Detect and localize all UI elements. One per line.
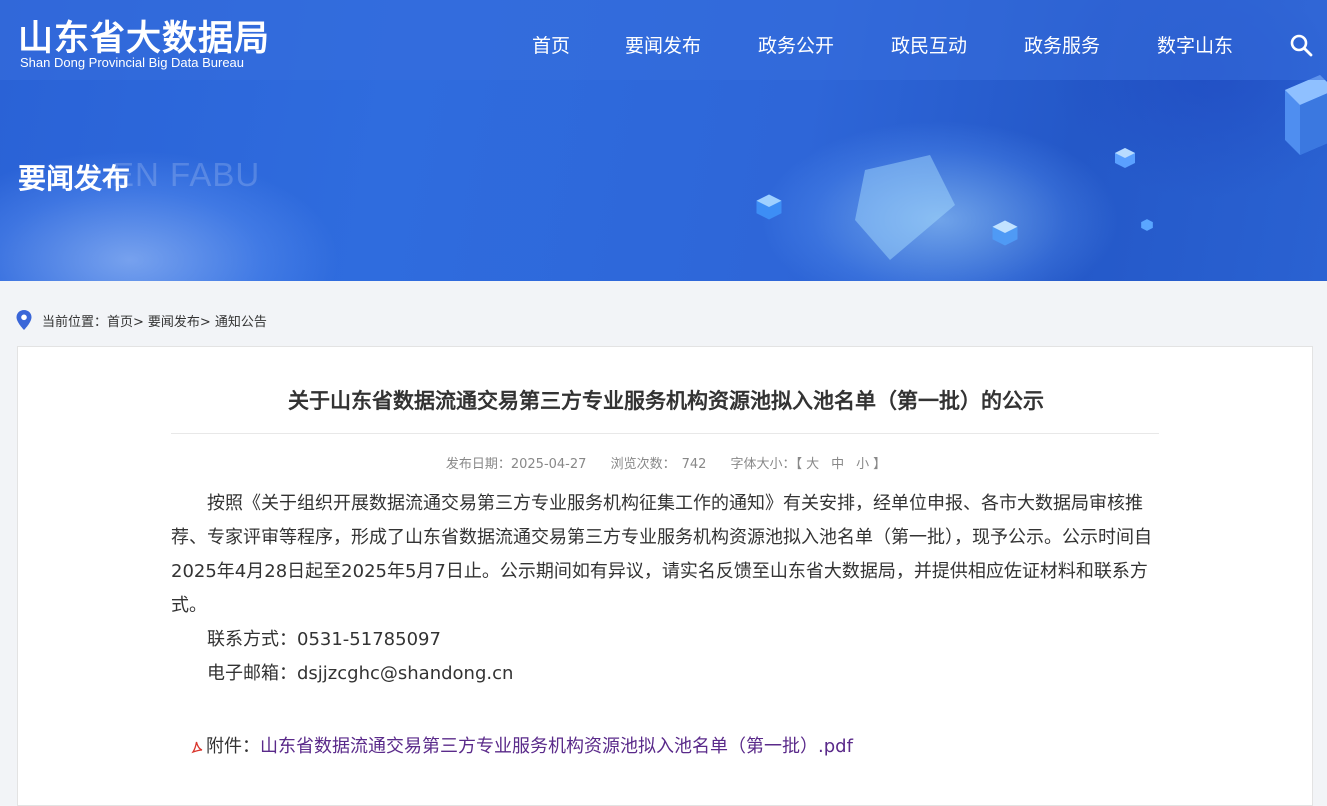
bracket-close: 】 <box>873 457 887 472</box>
contact-email: 电子邮箱：dsjjzcghc@shandong.cn <box>207 663 514 684</box>
bracket-open: 【 <box>795 457 803 472</box>
nav-news[interactable]: 要闻发布 <box>625 31 701 58</box>
nav-digital-shandong[interactable]: 数字山东 <box>1157 31 1233 58</box>
article-body: 按照《关于组织开展数据流通交易第三方专业服务机构征集工作的通知》有关安排，经单位… <box>171 487 1161 691</box>
breadcrumb-home[interactable]: 首页> <box>107 311 144 330</box>
site-logo[interactable]: 山东省大数据局 <box>18 10 270 61</box>
font-size-medium-button[interactable]: 中 <box>831 457 844 472</box>
pdf-icon <box>191 741 203 754</box>
breadcrumb: 当前位置： 首页> 要闻发布> 通知公告 <box>16 310 267 330</box>
attachment-label: 附件： <box>206 736 260 757</box>
nav-government-affairs[interactable]: 政务公开 <box>758 31 834 58</box>
breadcrumb-prefix: 当前位置： <box>42 314 108 330</box>
banner-title: 要闻发布 <box>18 162 131 195</box>
cube-decoration <box>1141 219 1153 231</box>
font-size-label: 字体大小： <box>730 457 796 472</box>
cube-decoration <box>1285 75 1327 155</box>
cube-decoration <box>992 220 1018 246</box>
contact-phone: 联系方式：0531-51785097 <box>207 629 441 650</box>
title-divider <box>171 433 1159 434</box>
nav-interaction[interactable]: 政民互动 <box>891 31 967 58</box>
banner-subtitle: EN FABU <box>112 156 261 193</box>
views-count: 742 <box>681 457 707 472</box>
views-label: 浏览次数： <box>610 457 676 472</box>
location-pin-icon <box>16 310 32 330</box>
article-title: 关于山东省数据流通交易第三方专业服务机构资源池拟入池名单（第一批）的公示 <box>288 389 1044 413</box>
article-card: 关于山东省数据流通交易第三方专业服务机构资源池拟入池名单（第一批）的公示 发布日… <box>17 346 1313 806</box>
font-size-large-button[interactable]: 大 <box>806 457 819 472</box>
attachment-link[interactable]: 山东省数据流通交易第三方专业服务机构资源池拟入池名单（第一批）.pdf <box>260 732 853 758</box>
attachment: 附件： 山东省数据流通交易第三方专业服务机构资源池拟入池名单（第一批）.pdf <box>190 732 853 758</box>
cube-decoration <box>855 155 955 260</box>
nav-home[interactable]: 首页 <box>532 31 570 58</box>
site-logo-english: Shan Dong Provincial Big Data Bureau <box>20 55 245 70</box>
breadcrumb-notices[interactable]: 通知公告 <box>215 311 267 330</box>
search-icon[interactable] <box>1289 33 1313 57</box>
cube-decoration <box>756 194 782 220</box>
article-paragraph: 按照《关于组织开展数据流通交易第三方专业服务机构征集工作的通知》有关安排，经单位… <box>171 493 1152 616</box>
publish-date: 发布日期：2025-04-27 <box>445 457 587 472</box>
banner: 山东省大数据局 Shan Dong Provincial Big Data Bu… <box>0 0 1327 281</box>
article-meta: 发布日期：2025-04-27 浏览次数： 742 字体大小：【大中小】 <box>18 453 1314 472</box>
cube-decoration <box>1115 148 1135 168</box>
nav-services[interactable]: 政务服务 <box>1024 31 1100 58</box>
breadcrumb-news[interactable]: 要闻发布> <box>148 311 211 330</box>
font-size-small-button[interactable]: 小 <box>856 457 869 472</box>
